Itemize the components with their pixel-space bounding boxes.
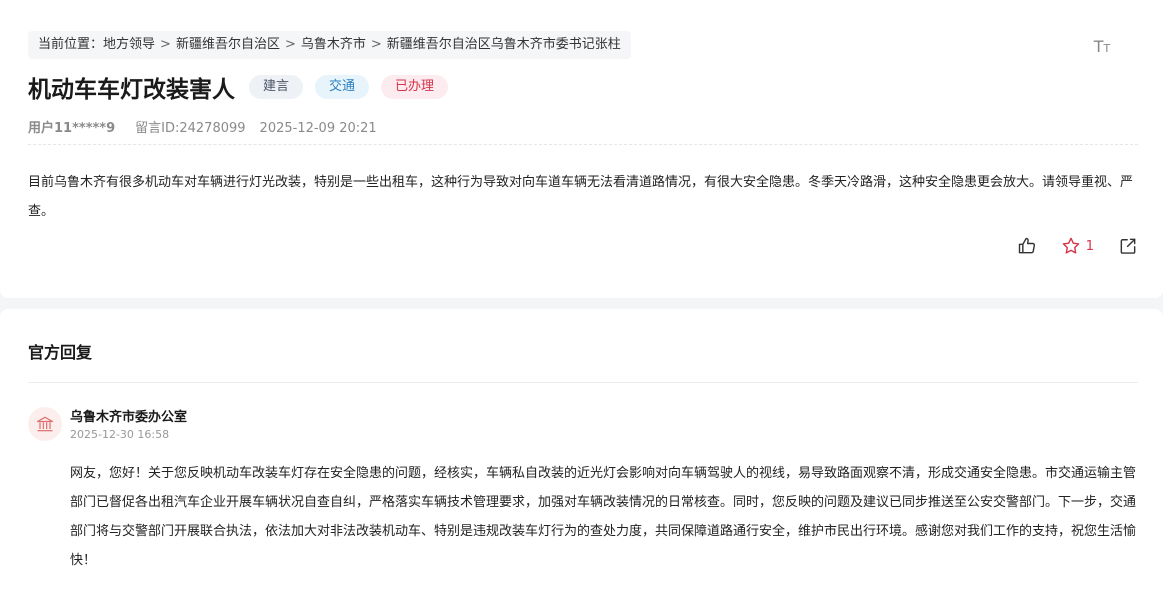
star-icon xyxy=(1062,237,1080,254)
title-row: 机动车车灯改装害人 建言 交通 已办理 xyxy=(28,70,460,104)
section-title: 官方回复 xyxy=(28,343,93,362)
user-name: 用户11*****9 xyxy=(28,121,116,136)
dashed-divider xyxy=(28,144,1138,145)
official-reply-card: 官方回复 乌鲁木齐市委办公室 2025-12-30 16:58 网友，您好！关于… xyxy=(0,309,1163,595)
avatar xyxy=(28,407,62,441)
favorite-button[interactable]: 1 xyxy=(1061,236,1094,256)
message-id: 留言ID:24278099 xyxy=(135,121,246,136)
status-badge: 已办理 xyxy=(381,75,449,99)
favorite-count: 1 xyxy=(1085,238,1094,254)
font-size-icon-big: T xyxy=(1093,37,1104,56)
breadcrumb-item-party-secretary[interactable]: 新疆维吾尔自治区乌鲁木齐市委书记张柱 xyxy=(387,37,621,52)
breadcrumb-item-xinjiang[interactable]: 新疆维吾尔自治区 xyxy=(176,37,280,52)
share-icon xyxy=(1120,238,1136,254)
reply-org-name: 乌鲁木齐市委办公室 xyxy=(70,410,188,425)
breadcrumb: 当前位置：地方领导 > 新疆维吾尔自治区 > 乌鲁木齐市 > 新疆维吾尔自治区乌鲁木齐市委书… xyxy=(28,31,631,59)
breadcrumb-separator: > xyxy=(160,37,171,52)
like-button[interactable] xyxy=(1017,236,1037,256)
reply-datetime: 2025-12-30 16:58 xyxy=(70,428,170,441)
page-title: 机动车车灯改装害人 xyxy=(28,77,235,103)
font-size-icon-small: T xyxy=(1103,42,1111,55)
reply-content: 网友，您好！关于您反映机动车改装车灯存在安全隐患的问题，经核实，车辆私自改装的近… xyxy=(70,466,1137,568)
breadcrumb-item-local-leaders[interactable]: 地方领导 xyxy=(103,37,155,52)
share-button[interactable] xyxy=(1118,236,1138,256)
breadcrumb-prefix: 当前位置： xyxy=(38,37,104,52)
message-content: 目前乌鲁木齐有很多机动车对车辆进行灯光改装，特别是一些出租车，这种行为导致对向车… xyxy=(28,175,1134,219)
government-building-icon xyxy=(36,416,54,432)
section-divider xyxy=(28,382,1138,383)
message-card: 当前位置：地方领导 > 新疆维吾尔自治区 > 乌鲁木齐市 > 新疆维吾尔自治区乌鲁木齐市委书… xyxy=(0,0,1163,298)
breadcrumb-item-urumqi[interactable]: 乌鲁木齐市 xyxy=(301,37,366,52)
font-size-icon[interactable]: TT xyxy=(1091,36,1113,58)
tag-traffic: 交通 xyxy=(315,75,370,99)
breadcrumb-separator: > xyxy=(370,37,382,52)
thumbs-up-icon xyxy=(1018,237,1035,254)
message-datetime: 2025-12-09 20:21 xyxy=(259,121,377,136)
breadcrumb-separator: > xyxy=(284,37,296,52)
message-meta: 用户11*****9 留言ID:24278099 2025-12-09 20:21 xyxy=(28,117,377,136)
action-bar: 1 xyxy=(993,236,1138,256)
tag-suggestion: 建言 xyxy=(249,75,304,99)
